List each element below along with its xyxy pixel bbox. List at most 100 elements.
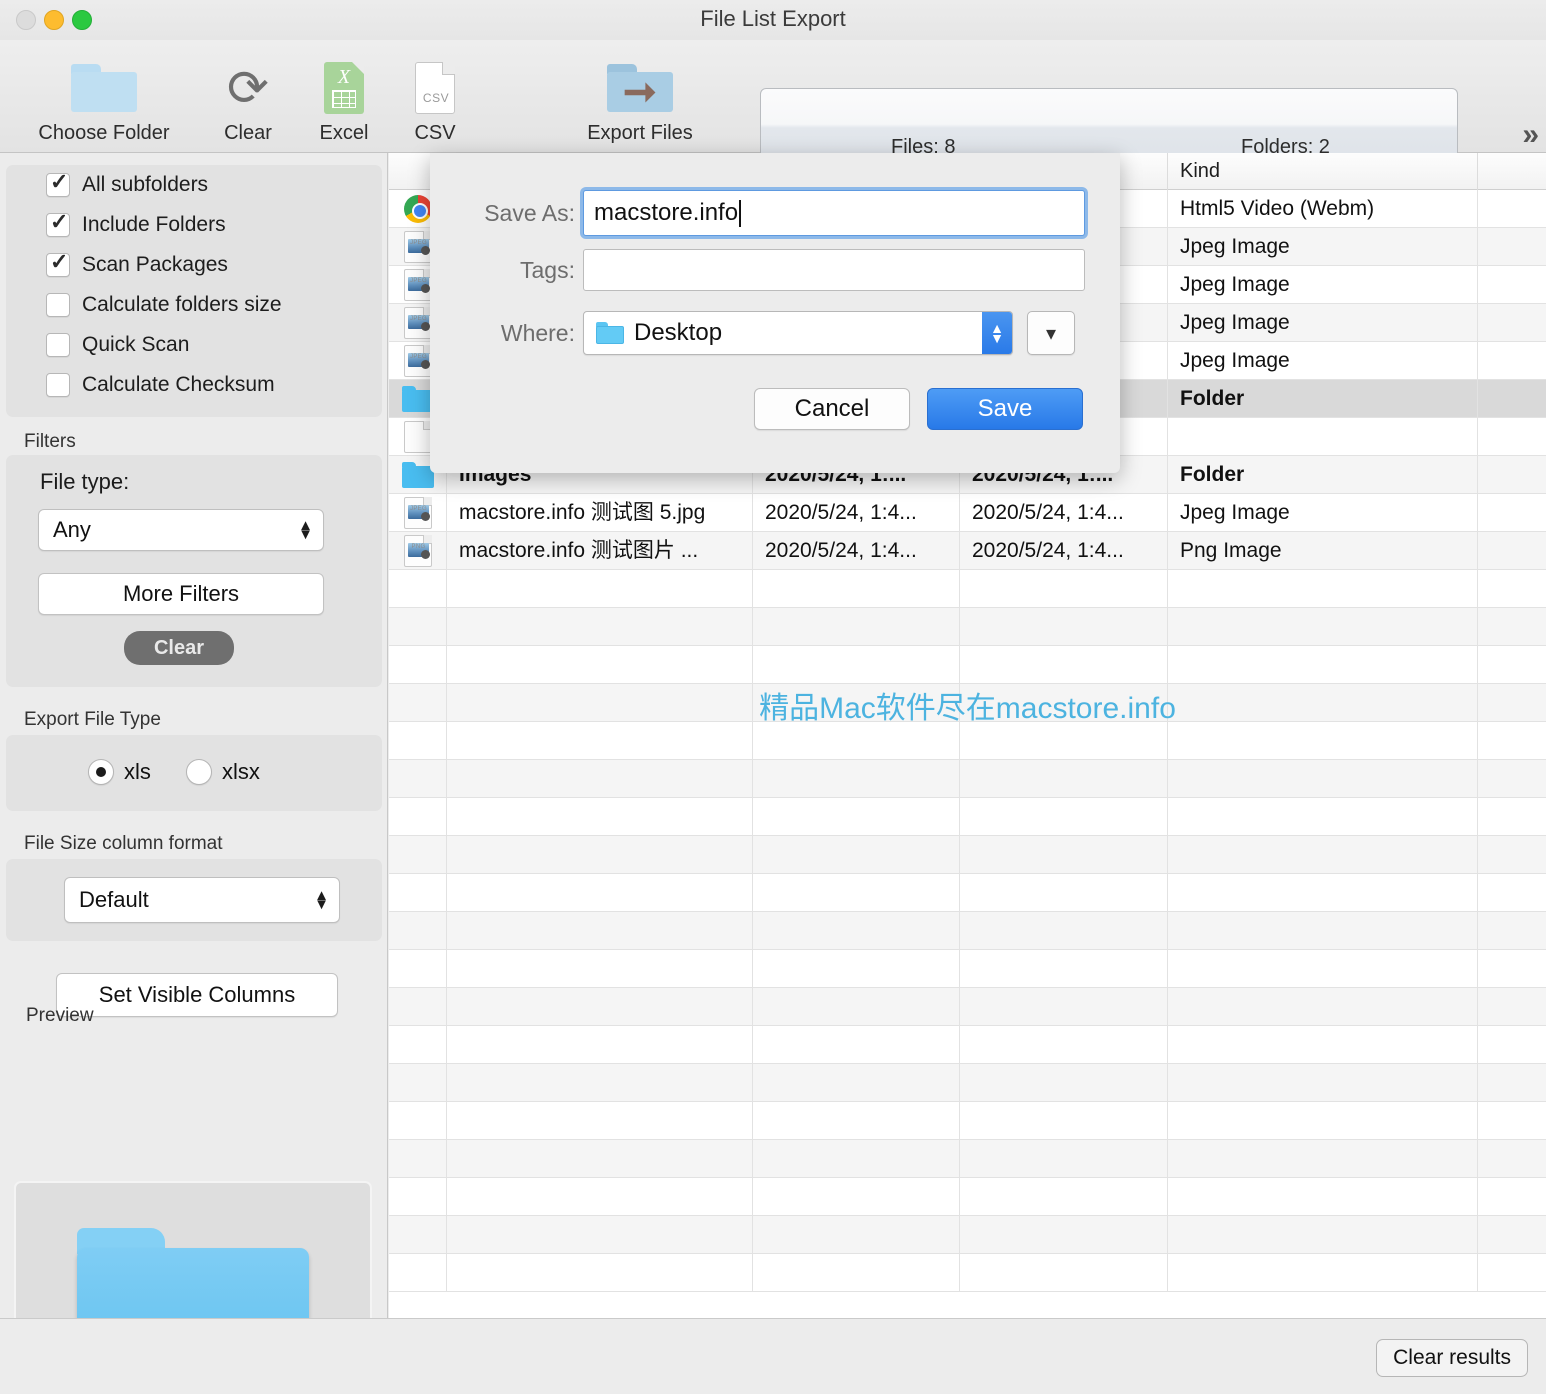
row-name-cell: macstore.info 测试图 5.jpg (447, 494, 753, 532)
file-type-select[interactable]: Any ▲ ▼ (38, 509, 324, 551)
table-row[interactable]: JPEG macstore.info 测试图 5.jpg 2020/5/24, 1:… (389, 494, 1546, 532)
save-as-value: macstore.info (594, 199, 739, 226)
row-extra-cell (1478, 380, 1546, 418)
row-date-created-cell: 2020/5/24, 1:4... (753, 532, 960, 570)
checkbox-scan-packages[interactable] (46, 249, 70, 277)
chevron-updown-icon[interactable]: ▲ ▼ (982, 312, 1012, 354)
where-value: Desktop (634, 319, 723, 346)
table-row-empty[interactable] (389, 1140, 1546, 1178)
checkbox-all-subfolders[interactable] (46, 169, 70, 197)
table-row-empty[interactable] (389, 950, 1546, 988)
table-row-empty[interactable] (389, 608, 1546, 646)
set-visible-columns-button[interactable]: Set Visible Columns (56, 973, 338, 1017)
table-row-empty[interactable] (389, 874, 1546, 912)
where-select[interactable]: Desktop ▲ ▼ (583, 311, 1013, 355)
table-row-empty[interactable] (389, 988, 1546, 1026)
file-size-format-select[interactable]: Default ▲ ▼ (64, 877, 340, 923)
table-row-empty[interactable] (389, 1178, 1546, 1216)
table-row-empty[interactable] (389, 760, 1546, 798)
table-row-empty[interactable] (389, 1102, 1546, 1140)
preview-label: Preview (26, 1005, 94, 1026)
export-folder-icon: ➞ (607, 59, 673, 117)
row-date-modified-cell: 2020/5/24, 1:4... (960, 532, 1168, 570)
folder-icon (401, 462, 434, 488)
table-row-empty[interactable] (389, 684, 1546, 722)
toolbar: Choose Folder ⟳ Clear X Excel CSV CSV ➞ … (0, 40, 1546, 168)
choose-folder-button[interactable]: Choose Folder (18, 45, 190, 145)
chevron-updown-icon: ▲ ▼ (298, 517, 313, 543)
excel-button[interactable]: X Excel (300, 45, 388, 145)
chrome-icon (403, 195, 432, 223)
title-bar: File List Export (0, 0, 1546, 40)
checkbox-calculate-folders-size[interactable] (46, 293, 70, 317)
option-all-subfolders[interactable]: All subfolders (6, 165, 382, 205)
file-size-format-value: Default (79, 887, 149, 912)
option-quick-scan[interactable]: Quick Scan (6, 325, 382, 365)
option-include-folders[interactable]: Include Folders (6, 205, 382, 245)
cancel-button[interactable]: Cancel (754, 388, 910, 430)
jpeg-file-icon: JPEG (403, 231, 432, 263)
checkbox-quick-scan[interactable] (46, 333, 70, 357)
clear-button[interactable]: ⟳ Clear (200, 45, 296, 145)
toolbar-overflow-icon[interactable]: » (1522, 118, 1539, 152)
row-kind-cell (1168, 418, 1478, 456)
column-header-extra[interactable] (1478, 153, 1546, 190)
row-kind-cell: Jpeg Image (1168, 342, 1478, 380)
filters-group-label: Filters (24, 431, 76, 452)
table-row-empty[interactable] (389, 570, 1546, 608)
radio-xlsx[interactable]: xlsx (186, 759, 260, 785)
checkbox-include-folders[interactable] (46, 209, 70, 237)
app-window: File List Export Choose Folder ⟳ Clear X… (0, 0, 1546, 1394)
option-calculate-checksum[interactable]: Calculate Checksum (6, 365, 382, 405)
row-date-modified-cell: 2020/5/24, 1:4... (960, 494, 1168, 532)
save-label: Save (977, 395, 1033, 422)
row-extra-cell (1478, 266, 1546, 304)
option-scan-packages[interactable]: Scan Packages (6, 245, 382, 285)
more-filters-button[interactable]: More Filters (38, 573, 324, 615)
chevron-down-icon[interactable]: ▾ (1027, 311, 1075, 355)
jpeg-file-icon: JPEG (403, 345, 432, 377)
save-button[interactable]: Save (927, 388, 1083, 430)
row-kind-cell: Png Image (1168, 532, 1478, 570)
table-row-empty[interactable] (389, 1064, 1546, 1102)
radio-xls-control[interactable] (88, 759, 114, 785)
table-row-empty[interactable] (389, 798, 1546, 836)
csv-button[interactable]: CSV CSV (392, 45, 478, 145)
column-header-kind[interactable]: Kind (1168, 153, 1478, 190)
file-type-value: Any (53, 517, 91, 542)
table-row-empty[interactable] (389, 912, 1546, 950)
export-file-type-label: Export File Type (24, 709, 161, 730)
document-file-icon (403, 421, 432, 453)
table-row-empty[interactable] (389, 722, 1546, 760)
label-calculate-folders-size: Calculate folders size (82, 293, 282, 316)
radio-xls[interactable]: xls (88, 759, 151, 785)
row-extra-cell (1478, 456, 1546, 494)
save-as-input[interactable]: macstore.info (583, 190, 1085, 236)
window-title: File List Export (700, 6, 846, 31)
table-row-empty[interactable] (389, 1216, 1546, 1254)
file-size-format-group: Default ▲ ▼ (6, 859, 382, 941)
row-kind-cell: Folder (1168, 456, 1478, 494)
excel-file-icon: X (324, 59, 364, 117)
checkbox-calculate-checksum[interactable] (46, 373, 70, 397)
table-row-empty[interactable] (389, 646, 1546, 684)
table-row[interactable]: PNG macstore.info 测试图片 ... 2020/5/24, 1:4.… (389, 532, 1546, 570)
export-files-label: Export Files (587, 122, 693, 144)
label-all-subfolders: All subfolders (82, 173, 209, 196)
radio-xlsx-control[interactable] (186, 759, 212, 785)
export-files-button[interactable]: ➞ Export Files (560, 45, 720, 145)
clear-results-button[interactable]: Clear results (1376, 1339, 1528, 1377)
table-row-empty[interactable] (389, 1254, 1546, 1292)
table-row-empty[interactable] (389, 836, 1546, 874)
where-row: Where: Desktop ▲ ▼ ▾ (430, 311, 1120, 355)
row-kind-cell: Html5 Video (Webm) (1168, 190, 1478, 228)
label-include-folders: Include Folders (82, 213, 226, 236)
option-calculate-folders-size[interactable]: Calculate folders size (6, 285, 382, 325)
filters-clear-button[interactable]: Clear (124, 631, 234, 665)
table-row-empty[interactable] (389, 1026, 1546, 1064)
tags-label: Tags: (520, 256, 575, 283)
refresh-icon: ⟳ (227, 60, 269, 116)
tags-input[interactable] (583, 249, 1085, 291)
radio-xls-label: xls (124, 759, 151, 784)
jpeg-file-icon: JPEG (403, 497, 432, 529)
